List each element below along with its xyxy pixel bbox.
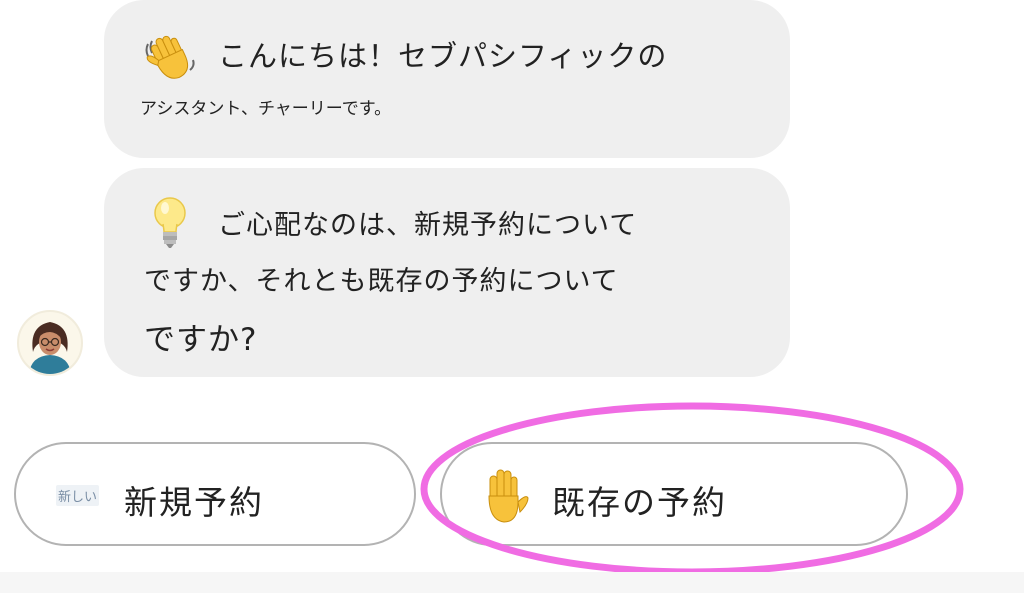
new-booking-label: 新規予約: [124, 483, 264, 522]
question-line-1: ご心配なのは、新規予約について: [218, 210, 638, 241]
existing-booking-label: 既存の予約: [552, 483, 727, 522]
greeting-line-1: こんにちは！セブパシフィックの: [218, 39, 668, 73]
raised-hand-icon: [488, 469, 529, 523]
existing-booking-button[interactable]: 既存の予約: [440, 442, 908, 546]
footer-area: [0, 572, 1024, 593]
question-bubble: ご心配なのは、新規予約について ですか、それとも既存の予約について ですか?: [104, 168, 790, 377]
light-bulb-icon: [154, 197, 186, 248]
greeting-line-2: アシスタント、チャーリーです。: [140, 99, 392, 119]
new-badge: 新しい: [56, 485, 100, 506]
new-booking-button[interactable]: 新しい 新規予約: [14, 442, 416, 546]
waving-hand-icon: [145, 35, 195, 79]
greeting-bubble: こんにちは！セブパシフィックの アシスタント、チャーリーです。: [104, 0, 790, 158]
question-line-2: ですか、それとも既存の予約について: [144, 266, 619, 297]
assistant-avatar-icon: [17, 310, 83, 376]
question-line-3: ですか?: [144, 322, 258, 358]
